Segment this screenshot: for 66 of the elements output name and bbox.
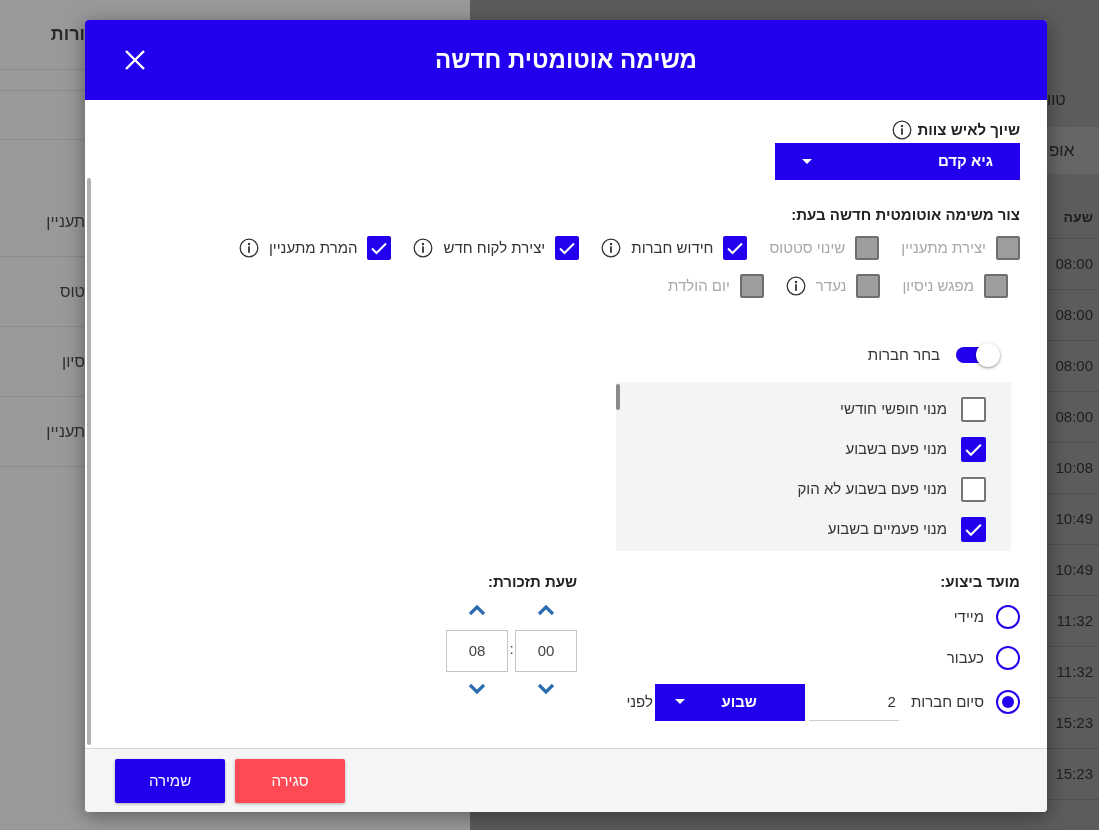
- field-label: שיוך לאיש צוות: [917, 119, 1020, 140]
- assignee-dropdown[interactable]: גיא קדם: [775, 143, 1020, 180]
- checkbox[interactable]: [961, 396, 986, 422]
- scrollbar[interactable]: [87, 178, 91, 745]
- section-label: מועד ביצוע:: [940, 573, 1020, 591]
- table-cell-text: תעניין: [46, 421, 85, 442]
- close-icon[interactable]: [123, 48, 147, 72]
- checkbox-label: יצירת מתעניין: [901, 237, 986, 258]
- table-cell-text: תעניין: [46, 211, 85, 232]
- checkbox-label: יום הולדת: [668, 275, 730, 296]
- suffix-label: לפני: [626, 691, 653, 712]
- table-cell-text: 11:32: [1056, 610, 1093, 631]
- table-cell-text: 08:00: [1055, 355, 1093, 376]
- checkbox-label: מנוי פעמיים בשבוע: [827, 518, 947, 539]
- table-cell-text: 08:00: [1055, 304, 1093, 325]
- table-cell-text: טוס: [59, 281, 85, 302]
- checkbox-label: יצירת לקוח חדש: [443, 237, 546, 258]
- caret-icon: [674, 699, 685, 705]
- radio-label: מיידי: [953, 606, 984, 627]
- radio-label: סיום חברות: [910, 691, 984, 712]
- toggle-label: בחר חברות: [867, 344, 940, 365]
- checkbox[interactable]: [961, 516, 986, 542]
- checkbox[interactable]: [367, 236, 392, 260]
- table-cell-text: 10:49: [1055, 559, 1093, 580]
- chevron-down-icon[interactable]: [468, 683, 486, 695]
- hour-field[interactable]: 08: [446, 630, 508, 672]
- table-cell-text: 15:23: [1055, 763, 1093, 784]
- checkbox[interactable]: [961, 436, 986, 462]
- toggle-switch[interactable]: [954, 343, 1000, 367]
- save-button[interactable]: שמירה: [115, 759, 225, 803]
- page-title: ורות: [50, 23, 85, 46]
- table-cell-text: 10:49: [1055, 508, 1093, 529]
- table-cell-text: 08:00: [1055, 406, 1093, 427]
- checkbox[interactable]: [723, 236, 748, 260]
- radio-button[interactable]: [996, 605, 1020, 629]
- table-cell-text: 08:00: [1055, 253, 1093, 274]
- chevron-up-icon[interactable]: [468, 604, 486, 616]
- scrollbar[interactable]: [616, 384, 620, 410]
- checkbox-label: המרת מתעניין: [268, 237, 358, 258]
- checkbox-label: חידוש חברות: [631, 237, 714, 258]
- chevron-up-icon[interactable]: [537, 604, 555, 616]
- chevron-down-icon[interactable]: [537, 683, 555, 695]
- checkbox-label: מנוי פעם בשבוע: [845, 438, 947, 459]
- unit-dropdown[interactable]: שבוע: [654, 683, 805, 721]
- amount-field[interactable]: 2: [808, 683, 899, 721]
- checkbox[interactable]: [555, 236, 580, 260]
- radio-button[interactable]: [996, 690, 1020, 714]
- table-cell-text: 10:08: [1055, 457, 1093, 478]
- table-cell-text: סיון: [62, 351, 85, 372]
- radio-button[interactable]: [996, 646, 1020, 670]
- column-header: שעה: [1063, 208, 1093, 227]
- section-label: שעת תזכורת:: [488, 573, 577, 591]
- time-separator: :: [510, 639, 513, 660]
- radio-label: כעבור: [946, 647, 984, 668]
- checkbox[interactable]: [961, 476, 986, 502]
- checkbox-label: נעדר: [815, 275, 847, 296]
- table-cell-text: 11:32: [1056, 661, 1093, 682]
- dialog-title: משימה אוטומטית חדשה: [435, 45, 697, 75]
- minute-field[interactable]: 00: [515, 630, 577, 672]
- table-cell-text: 15:23: [1055, 712, 1093, 733]
- checkbox-label: מנוי פעם בשבוע לא הוק: [797, 478, 947, 499]
- checkbox-label: מפגש ניסיון: [902, 275, 974, 296]
- section-label: צור משימה אוטומטית חדשה בעת:: [791, 206, 1020, 224]
- checkbox-label: מנוי חופשי חודשי: [840, 398, 947, 419]
- checkbox-label: שינוי סטטוס: [769, 237, 846, 258]
- caret-icon: [802, 158, 812, 165]
